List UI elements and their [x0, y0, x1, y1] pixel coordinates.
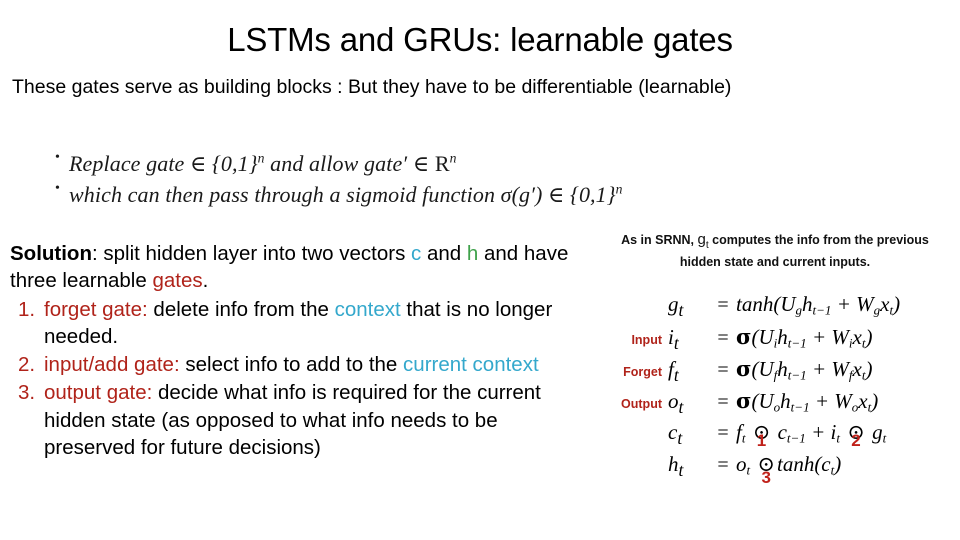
- equation-equals-f: =: [717, 359, 729, 381]
- list-item-highlight-2: current context: [403, 353, 539, 376]
- equation-row-f: Forget ft = σ(Ufht−1 + Wfxt): [600, 356, 950, 388]
- equation-equals-g: =: [717, 294, 729, 316]
- equation-rhs-f: σ(Ufht−1 + Wfxt): [736, 356, 873, 383]
- equation-caption: As in SRNN, gt computes the info from th…: [600, 229, 950, 272]
- list-item-term-2: input/add gate: [44, 353, 174, 376]
- slide-canvas: LSTMs and GRUs: learnable gates These ga…: [0, 0, 960, 540]
- list-item-number-2: 2.: [18, 353, 36, 376]
- page-title: LSTMs and GRUs: learnable gates: [227, 21, 733, 58]
- annotation-marker-1: 1: [756, 431, 767, 450]
- solution-paragraph: Solution: split hidden layer into two ve…: [10, 240, 588, 295]
- solution-and: and: [421, 242, 467, 265]
- math-bullet-item-1: Replace gate ∈ {0,1}n and allow gate′ ∈ …: [55, 148, 945, 179]
- list-item-sep-3: :: [146, 381, 158, 405]
- equation-row-o: Output ot = σ(Uoht−1 + Woxt): [600, 388, 950, 420]
- gate-list: 1. forget gate: delete info from the cont…: [10, 296, 588, 462]
- equation-row-i: Input it = σ(Uiht−1 + Wixt): [600, 324, 950, 356]
- equation-lhs-o: ot: [668, 389, 684, 418]
- hadamard-icon-1: ⊙ 1: [752, 420, 771, 450]
- hadamard-icon-3: ⊙ 3: [757, 452, 775, 487]
- equation-rhs-c: ft ⊙ 1 ct−1 + it ⊙ 2 gt: [736, 420, 887, 450]
- list-item-body-2a: select info to add to the: [185, 353, 404, 376]
- intro-paragraph: These gates serve as building blocks : B…: [12, 76, 732, 98]
- equation-label-forget: Forget: [623, 365, 662, 379]
- list-item-sep-1: :: [142, 297, 154, 321]
- equation-row-c: ct = ft ⊙ 1 ct−1 + it ⊙ 2 gt: [600, 420, 950, 452]
- equation-lhs-f: ft: [668, 357, 679, 386]
- caption-text-a: As in SRNN,: [621, 233, 698, 247]
- list-item-input-gate: 2. input/add gate: select info to add to …: [10, 351, 588, 378]
- equation-rhs-o: σ(Uoht−1 + Woxt): [736, 388, 879, 415]
- equation-row-g: gt = tanh(Ught−1 + Wgxt): [600, 292, 950, 324]
- equation-rhs-i: σ(Uiht−1 + Wixt): [736, 324, 873, 351]
- equation-lhs-c: ct: [668, 420, 683, 449]
- list-item-body-1a: delete info from the: [153, 297, 335, 321]
- equation-equals-c: =: [717, 422, 729, 444]
- list-item-term-3: output gate: [44, 381, 147, 405]
- list-item-sep-2: :: [173, 353, 186, 376]
- equation-rhs-g: tanh(Ught−1 + Wgxt): [736, 292, 901, 318]
- equation-lhs-g: gt: [668, 292, 684, 321]
- equation-label-output: Output: [621, 397, 662, 411]
- list-item-number-1: 1.: [18, 297, 36, 321]
- math-bullet-text-2: which can then pass through a sigmoid fu…: [69, 181, 623, 208]
- lstm-equation-block: gt = tanh(Ught−1 + Wgxt) Input it = σ(Ui…: [600, 292, 950, 487]
- equation-equals-o: =: [717, 391, 729, 413]
- equation-row-h: ht = ot ⊙ 3 tanh(ct): [600, 452, 950, 487]
- equation-equals-h: =: [717, 454, 729, 476]
- equation-rhs-h: ot ⊙ 3 tanh(ct): [736, 452, 842, 487]
- equation-label-input: Input: [631, 333, 662, 347]
- equation-lhs-i: it: [668, 325, 679, 354]
- vector-h-token: h: [466, 242, 479, 265]
- math-bullet-list: Replace gate ∈ {0,1}n and allow gate′ ∈ …: [55, 148, 945, 210]
- annotation-marker-3: 3: [761, 468, 771, 487]
- gates-token: gates: [152, 269, 203, 293]
- equation-lhs-h: ht: [668, 452, 684, 481]
- list-item-term-1: forget gate: [44, 297, 143, 321]
- list-item-output-gate: 3. output gate: decide what info is requi…: [10, 379, 588, 461]
- caption-text-b: computes the info from the previous hidd…: [679, 233, 929, 270]
- hadamard-icon-2: ⊙ 2: [847, 420, 865, 450]
- math-bullet-item-2: which can then pass through a sigmoid fu…: [55, 179, 945, 210]
- solution-text-a: : split hidden layer into two vectors: [91, 242, 412, 265]
- caption-gt-symbol: gt: [697, 231, 709, 251]
- list-item-highlight-1: context: [334, 297, 401, 321]
- vector-c-token: c: [411, 242, 422, 265]
- list-item-forget-gate: 1. forget gate: delete info from the cont…: [10, 296, 588, 351]
- solution-label: Solution: [10, 242, 92, 265]
- annotation-marker-2: 2: [851, 431, 861, 450]
- list-item-number-3: 3.: [18, 381, 36, 405]
- math-bullet-text-1: Replace gate ∈ {0,1}n and allow gate′ ∈ …: [69, 150, 457, 176]
- equation-equals-i: =: [717, 327, 729, 349]
- left-content-column: Solution: split hidden layer into two ve…: [10, 240, 588, 461]
- solution-period: .: [202, 269, 209, 293]
